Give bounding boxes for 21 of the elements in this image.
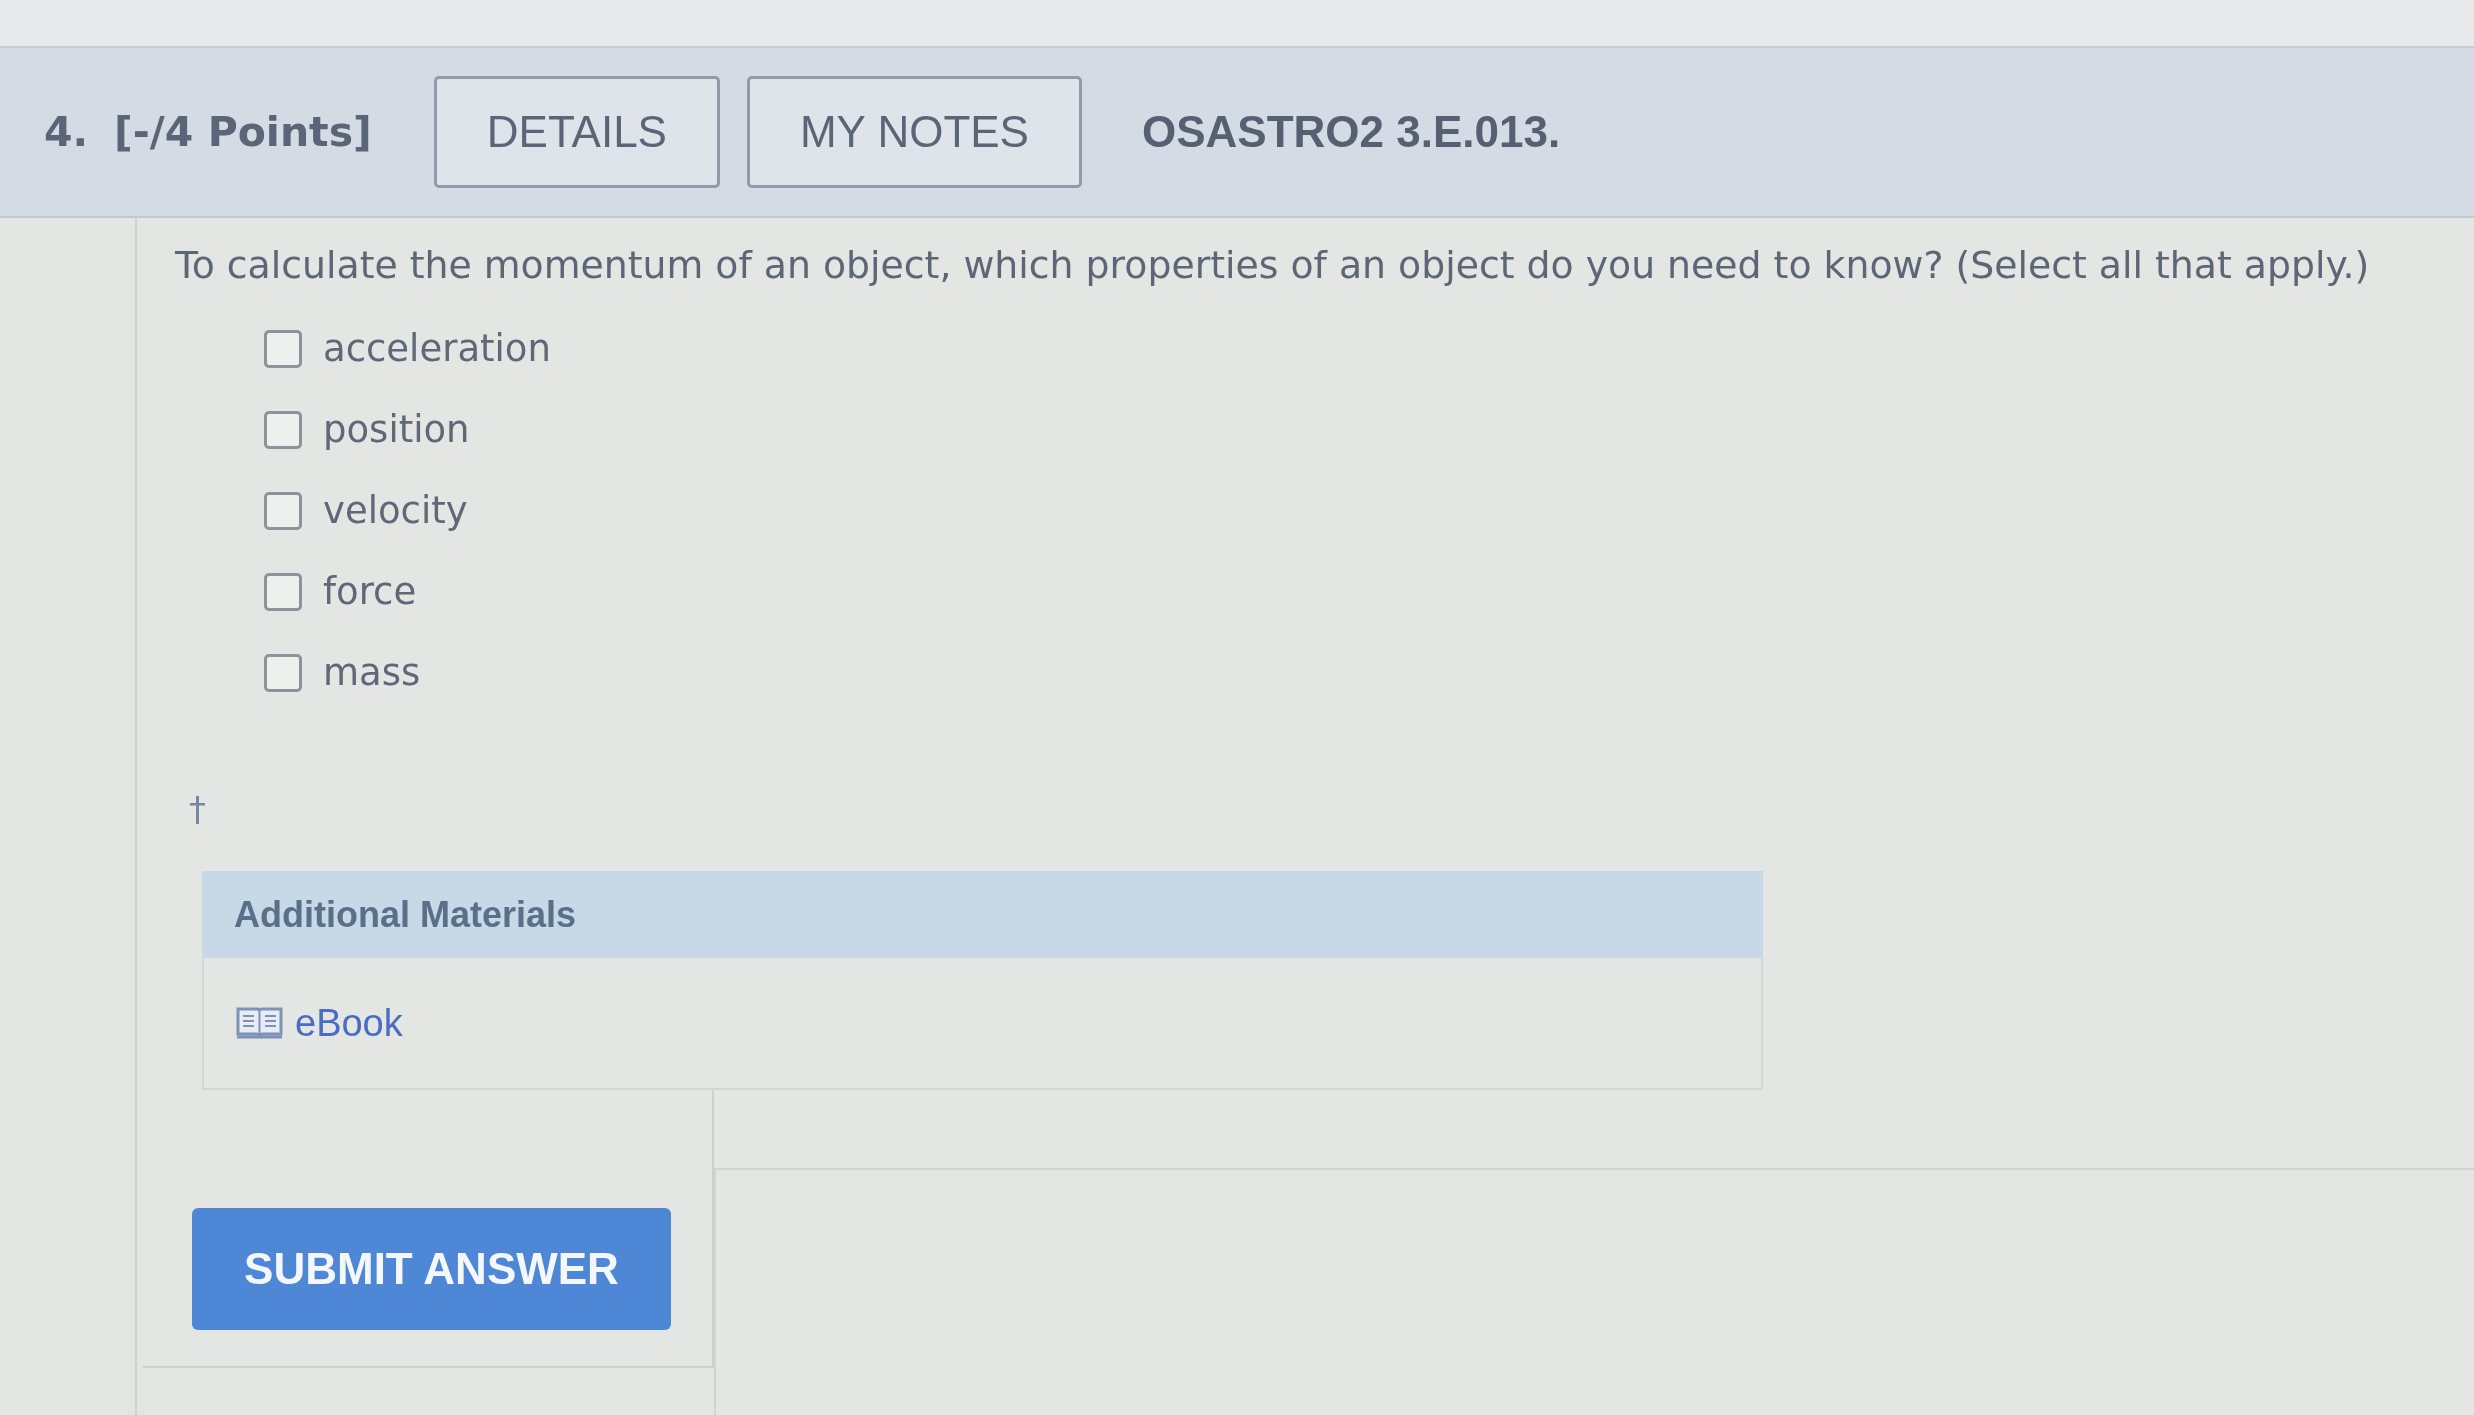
checkbox[interactable]	[264, 491, 302, 530]
option-label: velocity	[323, 489, 468, 532]
points-label: [-/4 Points]	[114, 108, 372, 156]
materials-title: Additional Materials	[234, 893, 577, 936]
footnote-mark: †	[189, 789, 206, 829]
checkbox[interactable]	[264, 653, 302, 692]
ebook-link[interactable]: eBook	[295, 1001, 403, 1045]
question-number: 4.	[44, 108, 89, 156]
header-button[interactable]: DETAILS	[433, 76, 720, 188]
book-icon	[236, 1006, 283, 1040]
option-label: force	[323, 570, 417, 613]
checkbox[interactable]	[264, 329, 302, 368]
option-label: mass	[323, 651, 421, 694]
question-code: OSASTRO2 3.E.013.	[1142, 107, 1561, 157]
option-label: position	[323, 408, 470, 451]
checkbox[interactable]	[264, 572, 302, 611]
header-button[interactable]: MY NOTES	[746, 76, 1082, 188]
option-label: acceleration	[323, 327, 551, 370]
submit-button[interactable]: SUBMIT ANSWER	[192, 1208, 671, 1330]
question-text: To calculate the momentum of an object, which properties of an object do you need to know? (Select all that apply.)	[174, 242, 2371, 288]
checkbox[interactable]	[264, 410, 302, 449]
